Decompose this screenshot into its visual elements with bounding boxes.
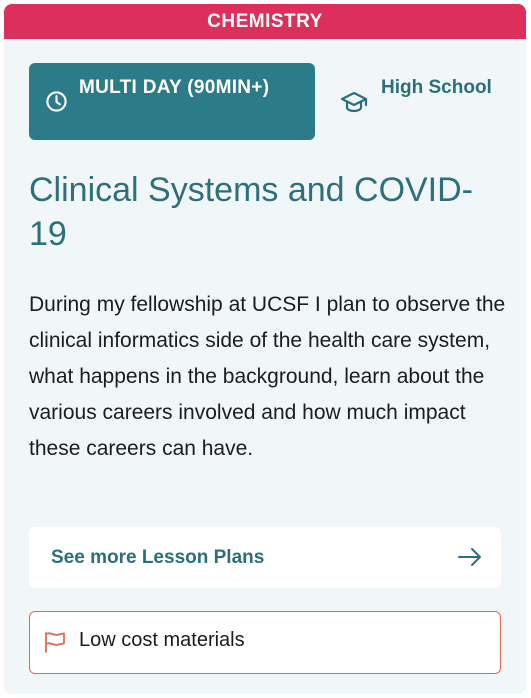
grade-label: High School	[381, 77, 492, 98]
duration-badge: MULTI DAY (90MIN+)	[29, 63, 315, 140]
lesson-card: CHEMISTRY MULTI DAY (90MIN+) High School…	[4, 4, 526, 694]
flag-icon	[45, 632, 65, 653]
cost-tag: Low cost materials	[29, 611, 501, 674]
more-link-label: See more Lesson Plans	[51, 546, 265, 568]
duration-label: MULTI DAY (90MIN+)	[79, 77, 270, 98]
arrow-right-icon	[458, 548, 481, 566]
clock-icon	[46, 91, 67, 112]
lesson-meta: MULTI DAY (90MIN+) High School	[29, 63, 509, 141]
lesson-title: Clinical Systems and COVID-19	[29, 171, 474, 253]
subject-banner: CHEMISTRY	[4, 4, 526, 39]
lesson-description: During my fellowship at UCSF I plan to o…	[29, 293, 506, 460]
cost-label: Low cost materials	[79, 629, 245, 651]
see-more-lesson-plans-link[interactable]: See more Lesson Plans	[29, 527, 501, 588]
subject-label: CHEMISTRY	[207, 10, 323, 32]
graduation-cap-icon	[340, 91, 368, 113]
